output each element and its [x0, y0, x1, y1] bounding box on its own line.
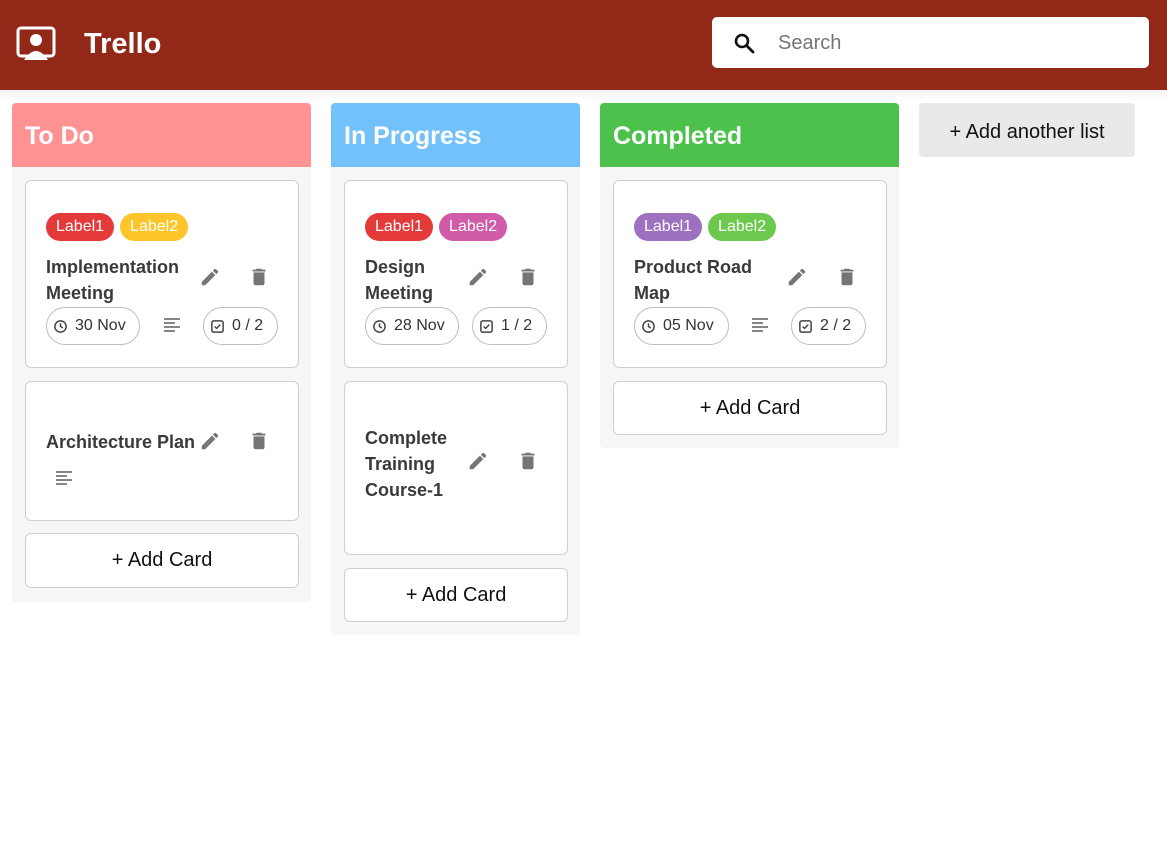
checklist-text: 0 / 2	[232, 317, 264, 334]
checkbox-icon	[480, 320, 493, 333]
search-icon	[734, 33, 755, 54]
due-date-badge[interactable]: 05 Nov	[634, 307, 729, 345]
card-title: Complete Training Course-1	[365, 428, 448, 500]
pencil-icon[interactable]	[199, 266, 221, 288]
due-date-text: 28 Nov	[394, 317, 445, 334]
trash-icon[interactable]	[517, 450, 539, 472]
pencil-icon[interactable]	[467, 266, 489, 288]
list-header: To Do	[12, 103, 311, 167]
search-box[interactable]	[712, 17, 1149, 68]
checklist-badge[interactable]: 1 / 2	[472, 307, 547, 345]
clock-icon	[373, 320, 386, 333]
search-input[interactable]	[776, 25, 1140, 62]
list-title: Completed	[613, 122, 743, 150]
pencil-icon[interactable]	[467, 450, 489, 472]
checklist-badge[interactable]: 2 / 2	[791, 307, 866, 345]
card[interactable]: Architecture Plan	[25, 381, 299, 521]
add-card-button[interactable]: + Add Card	[344, 568, 568, 622]
list-title: In Progress	[344, 122, 482, 150]
text-lines-icon	[56, 471, 72, 485]
label-chip[interactable]: Label1	[46, 213, 115, 241]
label-chip[interactable]: Label1	[365, 213, 434, 241]
clock-icon	[54, 320, 67, 333]
app-title[interactable]: Trello	[84, 26, 161, 62]
trash-icon[interactable]	[517, 266, 539, 288]
card-labels: Label1 Label2	[46, 213, 194, 241]
text-lines-icon	[752, 318, 768, 332]
label-chip[interactable]: Label1	[634, 213, 703, 241]
checklist-badge[interactable]: 0 / 2	[203, 307, 278, 345]
card-title: Design Meeting	[365, 257, 434, 303]
board-top-shadow	[0, 90, 1167, 102]
card-labels: Label1 Label2	[365, 213, 513, 241]
due-date-badge[interactable]: 30 Nov	[46, 307, 140, 345]
label-chip[interactable]: Label2	[708, 213, 777, 241]
card-labels: Label1 Label2	[634, 213, 782, 241]
card-title: Product Road Map	[634, 257, 753, 303]
pencil-icon[interactable]	[786, 266, 808, 288]
list-in-progress: In Progress Label1 Label2 Design Meeting …	[331, 103, 580, 635]
list-header: Completed	[600, 103, 899, 167]
card-title: Implementation Meeting	[46, 257, 180, 303]
due-date-badge[interactable]: 28 Nov	[365, 307, 459, 345]
text-lines-icon	[164, 318, 180, 332]
checkbox-icon	[799, 320, 812, 333]
list-header: In Progress	[331, 103, 580, 167]
card[interactable]: Label1 Label2 Implementation Meeting 30 N…	[25, 180, 299, 368]
presentation-user-icon[interactable]	[16, 26, 56, 62]
pencil-icon[interactable]	[199, 430, 221, 452]
add-list-button[interactable]: + Add another list	[919, 103, 1135, 157]
card-title: Architecture Plan	[46, 432, 196, 452]
due-date-text: 05 Nov	[663, 317, 714, 334]
add-card-button[interactable]: + Add Card	[613, 381, 887, 435]
trash-icon[interactable]	[836, 266, 858, 288]
checklist-text: 2 / 2	[820, 317, 852, 334]
list-to-do: To Do Label1 Label2 Implementation Meetin…	[12, 103, 311, 602]
card[interactable]: Complete Training Course-1	[344, 381, 568, 555]
checklist-text: 1 / 2	[501, 317, 533, 334]
due-date-text: 30 Nov	[75, 317, 126, 334]
trash-icon[interactable]	[248, 266, 270, 288]
add-card-button[interactable]: + Add Card	[25, 533, 299, 588]
card[interactable]: Label1 Label2 Product Road Map 05 Nov 2 /…	[613, 180, 887, 368]
list-completed: Completed Label1 Label2 Product Road Map …	[600, 103, 899, 448]
top-bar: Trello	[0, 0, 1167, 90]
label-chip[interactable]: Label2	[120, 213, 189, 241]
checkbox-icon	[211, 320, 224, 333]
clock-icon	[642, 320, 655, 333]
list-title: To Do	[25, 122, 94, 150]
card[interactable]: Label1 Label2 Design Meeting 28 Nov 1 / 2	[344, 180, 568, 368]
trash-icon[interactable]	[248, 430, 270, 452]
label-chip[interactable]: Label2	[439, 213, 508, 241]
